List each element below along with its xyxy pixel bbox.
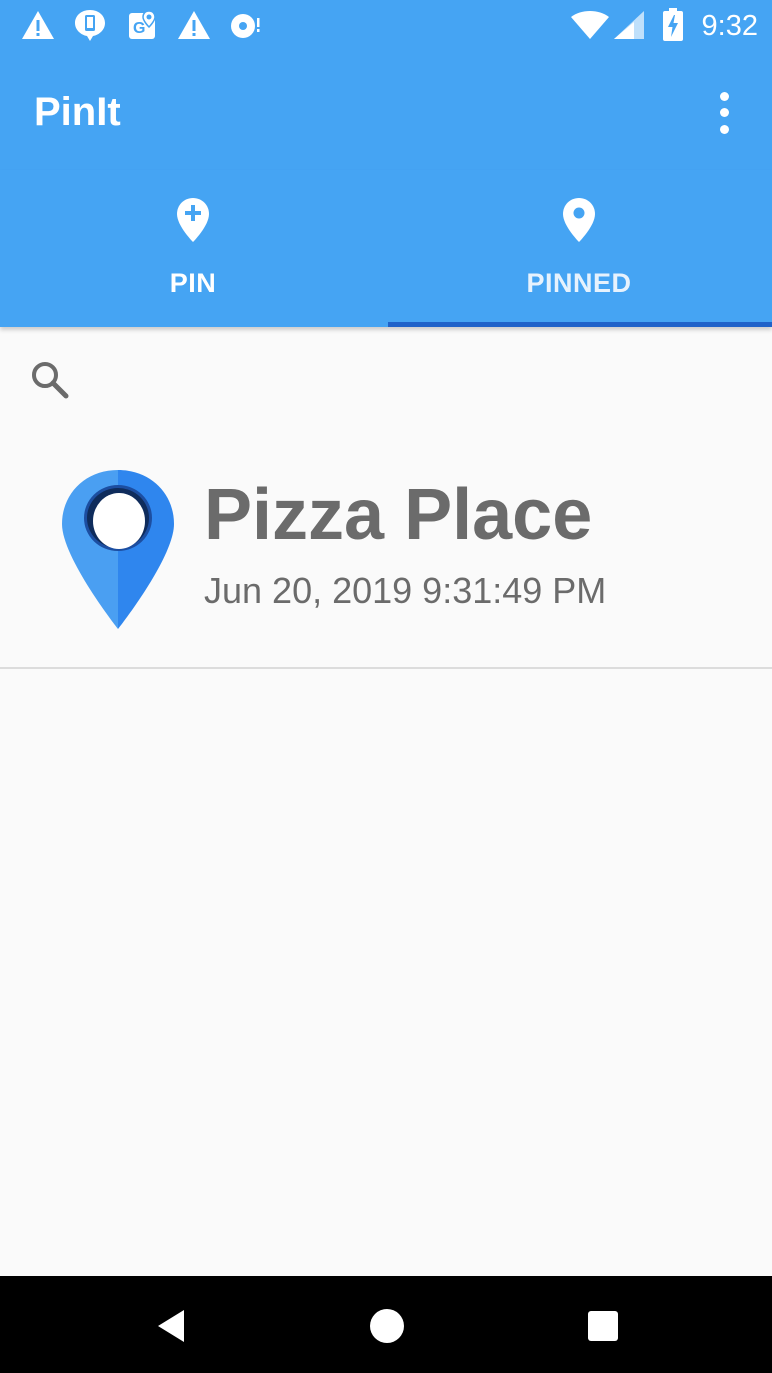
home-icon[interactable] [359,1298,415,1354]
item-date: Jun 20, 2019 9:31:49 PM [204,570,607,611]
list-divider [0,667,772,669]
phone-chat-icon [72,8,108,42]
navigation-bar [0,1276,772,1373]
status-bar: G 9:32 [0,0,772,52]
tab-pinned-label: PINNED [526,268,632,298]
tab-pin-label: PIN [169,268,217,298]
add-location-icon [177,198,209,242]
app-bar: PinIt [0,52,772,170]
tab-pin[interactable]: PIN [0,170,386,327]
location-icon [563,198,595,242]
more-vert-icon[interactable] [706,88,742,138]
maps-icon: G [126,8,160,42]
tab-pinned[interactable]: PINNED [386,170,772,327]
warning-icon [176,8,212,42]
tab-bar: PIN PINNED [0,170,772,327]
map-pin-icon [62,470,174,629]
back-icon[interactable] [144,1298,200,1354]
warning-icon [20,8,56,42]
status-time: 9:32 [701,10,758,42]
battery-charging-icon [660,8,686,42]
list-item[interactable]: Pizza Place Jun 20, 2019 9:31:49 PM [0,430,772,668]
item-title: Pizza Place [204,475,593,555]
signal-icon [612,8,646,42]
svg-text:G: G [133,20,145,37]
disc-icon [228,8,264,42]
app-title: PinIt [34,90,121,134]
search-icon[interactable] [26,356,74,404]
recents-icon[interactable] [575,1298,631,1354]
wifi-icon [570,8,610,42]
tab-indicator [388,322,772,327]
